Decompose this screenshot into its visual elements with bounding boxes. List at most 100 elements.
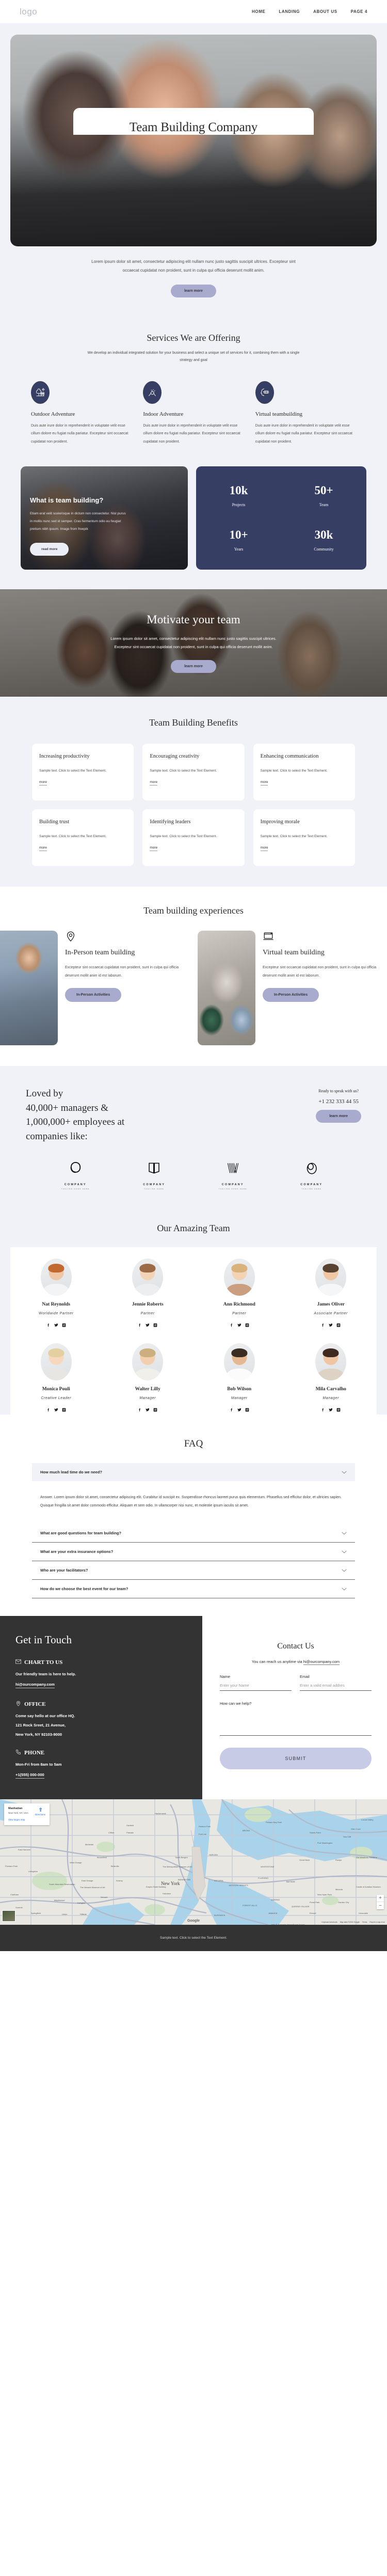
benefit-card[interactable]: Increasing productivity Sample text. Cli…: [32, 744, 134, 801]
map-place-label: WHITESTONE: [261, 1865, 275, 1868]
twitter-icon[interactable]: [329, 1321, 333, 1330]
instagram-icon[interactable]: [153, 1405, 157, 1415]
faq-question[interactable]: Who are your facilitators?: [32, 1561, 355, 1580]
virtual-activities-button[interactable]: In-Person Activities: [263, 988, 319, 1002]
map-attribution-item[interactable]: Report a map error: [369, 1921, 385, 1923]
name-input[interactable]: [220, 1679, 292, 1691]
twitter-icon[interactable]: [329, 1405, 333, 1415]
twitter-icon[interactable]: [54, 1405, 58, 1415]
submit-button[interactable]: SUBMIT: [220, 1748, 372, 1770]
benefit-more-link[interactable]: more: [150, 780, 158, 786]
benefit-card[interactable]: Improving morale Sample text. Click to s…: [253, 809, 355, 867]
experience-title: In-Person team building: [65, 949, 135, 957]
directions-button[interactable]: Directions: [35, 1807, 45, 1821]
site-logo[interactable]: logo: [20, 7, 37, 17]
faq-question[interactable]: What are your extra insurance options?: [32, 1543, 355, 1562]
twitter-icon[interactable]: [146, 1405, 150, 1415]
service-card-virtual[interactable]: Virtual teambuilding Duis aute irure dol…: [255, 381, 356, 446]
benefit-more-link[interactable]: more: [150, 846, 158, 851]
in-person-activities-button[interactable]: In-Person Activities: [65, 988, 122, 1002]
message-textarea[interactable]: [220, 1706, 372, 1736]
benefit-card[interactable]: Encouraging creativity Sample text. Clic…: [142, 744, 245, 801]
benefit-title: Encouraging creativity: [150, 753, 200, 760]
map-attribution-item[interactable]: Terms: [362, 1921, 367, 1923]
chat-email-link[interactable]: hi@ourcompany.com: [15, 1682, 55, 1689]
instagram-icon[interactable]: [62, 1321, 66, 1330]
benefit-more-link[interactable]: more: [39, 846, 47, 851]
benefit-card[interactable]: Identifying leaders Sample text. Click t…: [142, 809, 245, 867]
street-view-thumbnail[interactable]: [2, 1910, 15, 1922]
facebook-icon[interactable]: [138, 1405, 142, 1415]
facebook-icon[interactable]: [230, 1405, 234, 1415]
benefit-more-link[interactable]: more: [260, 780, 268, 786]
reach-email-link[interactable]: hi@ourcompany.com: [303, 1659, 340, 1666]
service-card-outdoor[interactable]: Outdoor Adventure Duis aute irure dolor …: [31, 381, 132, 446]
map-place-label: Chatham: [10, 1893, 19, 1896]
facebook-icon[interactable]: [138, 1321, 142, 1330]
phone-number-link[interactable]: +1(555) 000-000: [15, 1772, 44, 1779]
benefits-title: Team Building Benefits: [149, 717, 238, 728]
faq-question[interactable]: How much lead time do we need?: [32, 1463, 355, 1482]
benefit-card[interactable]: Building trust Sample text. Click to sel…: [32, 809, 134, 867]
twitter-icon[interactable]: [146, 1321, 150, 1330]
zoom-out-button[interactable]: −: [377, 1902, 384, 1909]
twitter-icon[interactable]: [54, 1321, 58, 1330]
nav-link-landing[interactable]: LANDING: [279, 9, 300, 14]
service-text: Duis aute irure dolor in reprehenderit i…: [31, 423, 128, 444]
faq-question[interactable]: How do we choose the best event for our …: [32, 1580, 355, 1599]
map-place-label: North Bergen: [175, 1856, 188, 1859]
view-larger-map-link[interactable]: View larger map: [8, 1818, 28, 1821]
motivate-learn-more-button[interactable]: learn more: [171, 660, 216, 673]
chevron-down-icon: [342, 1550, 347, 1553]
tree-outdoor-icon: [31, 381, 50, 404]
benefit-more-link[interactable]: more: [260, 846, 268, 851]
twitter-icon[interactable]: [237, 1321, 241, 1330]
map-place-label: Roslyn: [335, 1859, 342, 1862]
map-attribution-item[interactable]: Keyboard shortcuts: [322, 1921, 337, 1923]
client-logo-4: COMPANY TAGLINE HERE: [288, 1161, 335, 1190]
facebook-icon[interactable]: [321, 1405, 325, 1415]
map-place-label: Uniondale: [359, 1912, 368, 1915]
facebook-icon[interactable]: [230, 1321, 234, 1330]
map-section[interactable]: Manhattan New York, NY, USA View larger …: [0, 1799, 387, 1925]
nav-link-page-4[interactable]: PAGE 4: [351, 9, 367, 14]
twitter-icon[interactable]: [237, 1405, 241, 1415]
nav-link-about-us[interactable]: ABOUT US: [313, 9, 337, 14]
benefit-more-link[interactable]: more: [39, 780, 47, 786]
instagram-icon[interactable]: [62, 1405, 66, 1415]
member-socials: [102, 1321, 194, 1330]
email-input[interactable]: [300, 1679, 372, 1691]
instagram-icon[interactable]: [336, 1405, 341, 1415]
stat-label: Years: [234, 547, 244, 552]
hero-learn-more-button[interactable]: learn more: [171, 284, 216, 297]
office-label: OFFICE: [24, 1701, 46, 1708]
map-info-card: Manhattan New York, NY, USA View larger …: [4, 1803, 50, 1826]
map-place-label: Pelham Bay Park: [266, 1821, 282, 1824]
map-zoom-controls[interactable]: + −: [377, 1895, 384, 1910]
faq-question[interactable]: What are good questions for team buildin…: [32, 1524, 355, 1543]
phone-number[interactable]: +1 232 333 44 55: [316, 1098, 361, 1105]
instagram-icon[interactable]: [245, 1321, 249, 1330]
map-attribution-item[interactable]: Map data ©2024 Google: [340, 1921, 360, 1923]
about-read-more-button[interactable]: read more: [30, 542, 69, 556]
benefit-card[interactable]: Enhancing communication Sample text. Cli…: [253, 744, 355, 801]
service-title: Outdoor Adventure: [31, 411, 75, 417]
zoom-in-button[interactable]: +: [377, 1895, 384, 1903]
facebook-icon[interactable]: [46, 1405, 51, 1415]
service-card-indoor[interactable]: Indoor Adventure Duis aute irure dolor i…: [143, 381, 244, 446]
instagram-icon[interactable]: [245, 1405, 249, 1415]
chevron-down-icon: [342, 1532, 347, 1535]
loved-line-3: 1,000,000+ employees at: [26, 1117, 125, 1128]
about-stats-section: What is team building? Etiam erat velit …: [0, 463, 387, 590]
facebook-icon[interactable]: [321, 1321, 325, 1330]
instagram-icon[interactable]: [153, 1321, 157, 1330]
get-in-touch-title: Get in Touch: [15, 1633, 72, 1646]
instagram-icon[interactable]: [336, 1321, 341, 1330]
faq-item: How much lead time do we need? Answer. Lo…: [32, 1463, 355, 1524]
loved-by-section: Loved by 40,000+ managers & 1,000,000+ e…: [0, 1066, 387, 1206]
map-place-label: JAMAICA: [268, 1912, 278, 1915]
loved-learn-more-button[interactable]: learn more: [316, 1110, 361, 1123]
facebook-icon[interactable]: [46, 1321, 51, 1330]
map-place-label: Irvington: [77, 1902, 86, 1905]
nav-link-home[interactable]: HOME: [252, 9, 265, 14]
